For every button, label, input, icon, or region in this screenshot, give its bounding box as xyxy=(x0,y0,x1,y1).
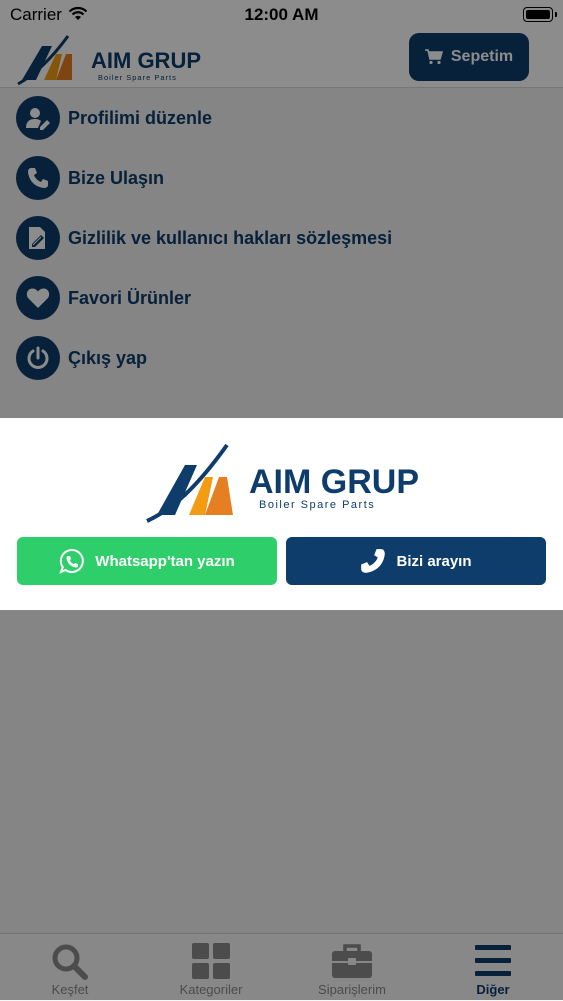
whatsapp-button[interactable]: Whatsapp'tan yazın xyxy=(17,537,277,585)
call-button[interactable]: Bizi arayın xyxy=(286,537,546,585)
phone-icon xyxy=(361,549,386,573)
contact-modal: AIM GRUP Boiler Spare Parts Whatsapp'tan… xyxy=(0,418,563,610)
modal-brand-tagline: Boiler Spare Parts xyxy=(259,499,375,511)
modal-brand-name: AIM GRUP xyxy=(249,463,419,501)
brand-logo-large: AIM GRUP Boiler Spare Parts xyxy=(146,443,419,523)
whatsapp-icon xyxy=(59,548,85,574)
call-label: Bizi arayın xyxy=(396,552,472,570)
whatsapp-label: Whatsapp'tan yazın xyxy=(95,552,235,570)
